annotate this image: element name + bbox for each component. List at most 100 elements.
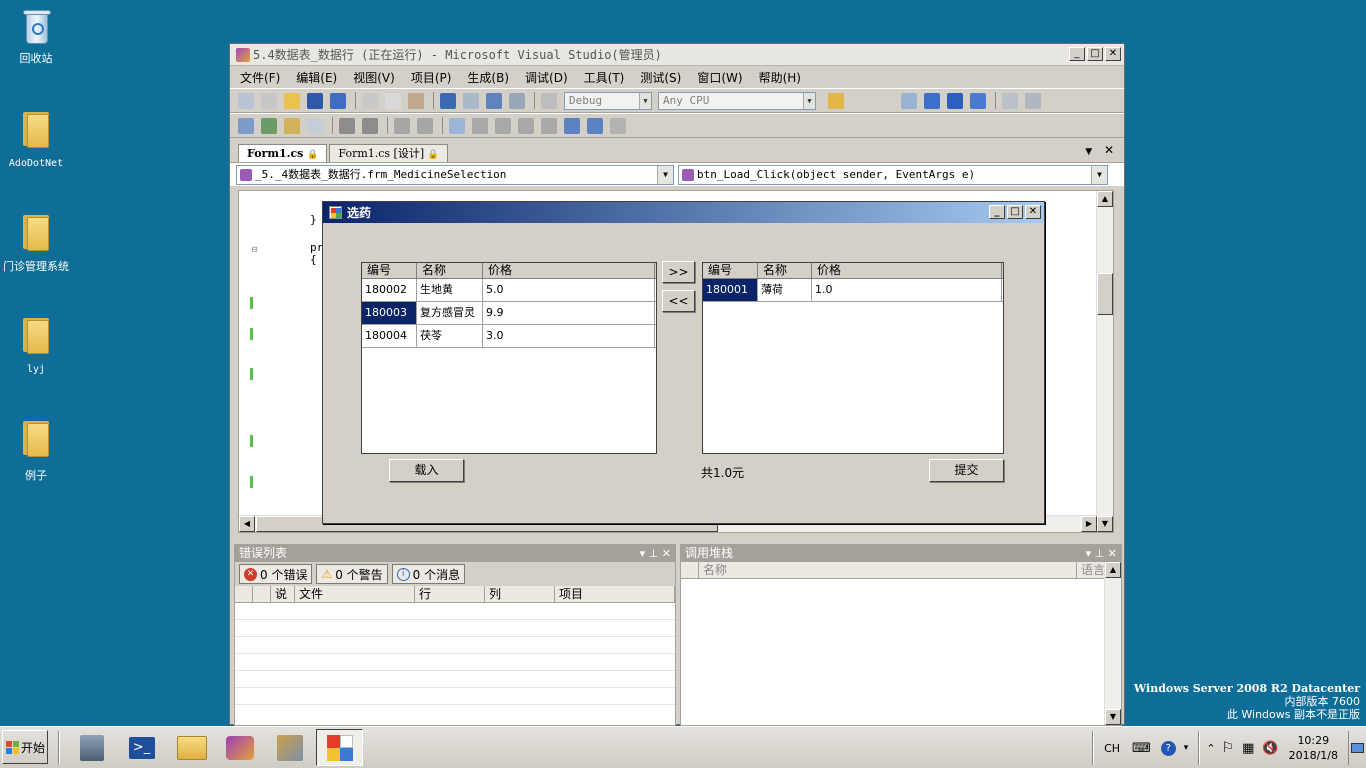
tools-button[interactable]: [266, 729, 313, 766]
font-size-icon[interactable]: [307, 117, 323, 134]
warnings-filter-button[interactable]: ⚠ 0 个警告: [316, 564, 388, 584]
chevron-down-icon[interactable]: ▾: [1086, 547, 1092, 560]
desktop-icon-examples[interactable]: 例子: [0, 419, 72, 483]
table-row[interactable]: 180002 生地黄 5.0: [362, 279, 656, 302]
selected-medicine-grid[interactable]: 编号 名称 价格 180001 薄荷 1.0: [702, 262, 1004, 454]
continue-icon[interactable]: [901, 92, 917, 109]
member-combo[interactable]: btn_Load_Click(object sender, EventArgs …: [678, 164, 1108, 185]
table-row-selected[interactable]: 180003 复方感冒灵 9.9: [362, 302, 656, 325]
restart-icon[interactable]: [970, 92, 986, 109]
column-header-name[interactable]: 名称: [758, 263, 812, 278]
server-manager-button[interactable]: [68, 729, 115, 766]
desktop-icon-recycle-bin[interactable]: 回收站: [0, 8, 72, 66]
chevron-down-icon[interactable]: ▼: [1085, 147, 1092, 157]
column-header-price[interactable]: 价格: [483, 263, 655, 278]
type-combo[interactable]: _5._4数据表_数据行.frm_MedicineSelection ▼: [236, 164, 674, 185]
tab-form1-design[interactable]: Form1.cs [设计] 🔒: [329, 144, 448, 162]
pointer-icon[interactable]: [284, 117, 300, 134]
scroll-right-icon[interactable]: ▶: [1081, 516, 1097, 532]
desktop-icon-clinic-system[interactable]: 门诊管理系统: [0, 213, 72, 273]
column-header-name[interactable]: 名称: [417, 263, 483, 278]
prev-bookmark-icon[interactable]: [472, 117, 488, 134]
move-right-button[interactable]: >>: [662, 261, 695, 283]
visual-studio-taskbar-button[interactable]: [216, 729, 263, 766]
errors-filter-button[interactable]: ✕ 0 个错误: [239, 564, 313, 584]
column-header[interactable]: 语言: [1077, 562, 1105, 578]
powershell-button[interactable]: >_: [118, 729, 165, 766]
desktop-icon-lyj[interactable]: lyj: [0, 316, 72, 375]
scroll-up-icon[interactable]: ▲: [1105, 562, 1121, 578]
available-medicine-grid[interactable]: 编号 名称 价格 180002 生地黄 5.0 180003 复方感冒灵 9.9…: [361, 262, 657, 454]
column-header[interactable]: [235, 586, 253, 602]
call-stack-scrollbar[interactable]: ▲ ▼: [1104, 562, 1121, 725]
prev-folder-bookmark-icon[interactable]: [518, 117, 534, 134]
vs-close-button[interactable]: ✕: [1105, 47, 1121, 61]
close-icon[interactable]: ✕: [1108, 547, 1117, 560]
menu-tools[interactable]: 工具(T): [584, 69, 625, 86]
stop-debugging-icon[interactable]: [947, 92, 963, 109]
solution-configuration-combo[interactable]: Debug ▼: [564, 91, 652, 110]
explorer-button[interactable]: [168, 729, 215, 766]
tab-order-icon[interactable]: [261, 117, 277, 134]
call-stack-title-bar[interactable]: 调用堆栈 ▾ ⊥ ✕: [681, 545, 1121, 562]
cut-icon[interactable]: [362, 92, 378, 109]
menu-project[interactable]: 项目(P): [411, 69, 452, 86]
network-icon[interactable]: ▦: [1242, 741, 1254, 756]
show-next-statement-icon[interactable]: [1002, 92, 1018, 109]
volume-muted-icon[interactable]: 🔇: [1262, 741, 1278, 756]
column-header[interactable]: 项目: [555, 586, 675, 602]
menu-test[interactable]: 测试(S): [640, 69, 681, 86]
close-icon[interactable]: ✕: [1104, 143, 1114, 157]
vs-title-bar[interactable]: 5.4数据表_数据行 (正在运行) - Microsoft Visual Stu…: [230, 44, 1124, 66]
scroll-down-icon[interactable]: ▼: [1097, 516, 1113, 532]
pin-icon[interactable]: ⊥: [649, 547, 659, 560]
messages-filter-button[interactable]: i0 个消息: [391, 564, 466, 584]
menu-debug[interactable]: 调试(D): [525, 69, 568, 86]
clear-bookmarks-icon[interactable]: [610, 117, 626, 134]
indent-icon[interactable]: [362, 117, 378, 134]
column-header-id[interactable]: 编号: [362, 263, 417, 278]
pin-icon[interactable]: ⊥: [1095, 547, 1105, 560]
uncomment-icon[interactable]: [417, 117, 433, 134]
table-row-selected[interactable]: 180001 薄荷 1.0: [703, 279, 1003, 302]
bookmark-icon[interactable]: [449, 117, 465, 134]
comment-icon[interactable]: [394, 117, 410, 134]
prev-doc-bookmark-icon[interactable]: [564, 117, 580, 134]
copy-icon[interactable]: [385, 92, 401, 109]
show-desktop-button[interactable]: [1348, 731, 1366, 765]
next-folder-bookmark-icon[interactable]: [541, 117, 557, 134]
column-header-id[interactable]: 编号: [703, 263, 758, 278]
scroll-down-icon[interactable]: ▼: [1105, 709, 1121, 725]
windows-icon[interactable]: [509, 92, 525, 109]
new-project-icon[interactable]: [238, 92, 254, 109]
running-form-button[interactable]: [316, 729, 363, 766]
desktop-icon-adodotnet[interactable]: AdoDotNet: [0, 110, 72, 169]
error-list-title-bar[interactable]: 错误列表 ▾ ⊥ ✕: [235, 545, 675, 562]
find-in-files-icon[interactable]: [828, 92, 844, 109]
solution-platform-combo[interactable]: Any CPU ▼: [658, 91, 816, 110]
column-header[interactable]: 行: [415, 586, 485, 602]
form-maximize-button[interactable]: □: [1007, 205, 1023, 219]
start-button[interactable]: 开始: [2, 730, 48, 764]
show-hidden-icons[interactable]: ⌃: [1206, 742, 1215, 755]
editor-vertical-scrollbar[interactable]: ▲ ▼: [1096, 191, 1113, 532]
align-icon[interactable]: [238, 117, 254, 134]
submit-button[interactable]: 提交: [929, 459, 1004, 482]
menu-help[interactable]: 帮助(H): [759, 69, 801, 86]
menu-file[interactable]: 文件(F): [240, 69, 280, 86]
outdent-icon[interactable]: [339, 117, 355, 134]
scroll-thumb[interactable]: [1097, 273, 1113, 315]
save-all-icon[interactable]: [330, 92, 346, 109]
column-header[interactable]: 说: [271, 586, 295, 602]
column-header[interactable]: [253, 586, 271, 602]
scroll-up-icon[interactable]: ▲: [1097, 191, 1113, 207]
menu-edit[interactable]: 编辑(E): [296, 69, 337, 86]
next-doc-bookmark-icon[interactable]: [587, 117, 603, 134]
undo-icon[interactable]: [440, 92, 456, 109]
table-row[interactable]: 180004 茯苓 3.0: [362, 325, 656, 348]
form-close-button[interactable]: ✕: [1025, 205, 1041, 219]
open-folder-icon[interactable]: [284, 92, 300, 109]
menu-view[interactable]: 视图(V): [353, 69, 395, 86]
vs-minimize-button[interactable]: _: [1069, 47, 1085, 61]
menu-window[interactable]: 窗口(W): [697, 69, 742, 86]
